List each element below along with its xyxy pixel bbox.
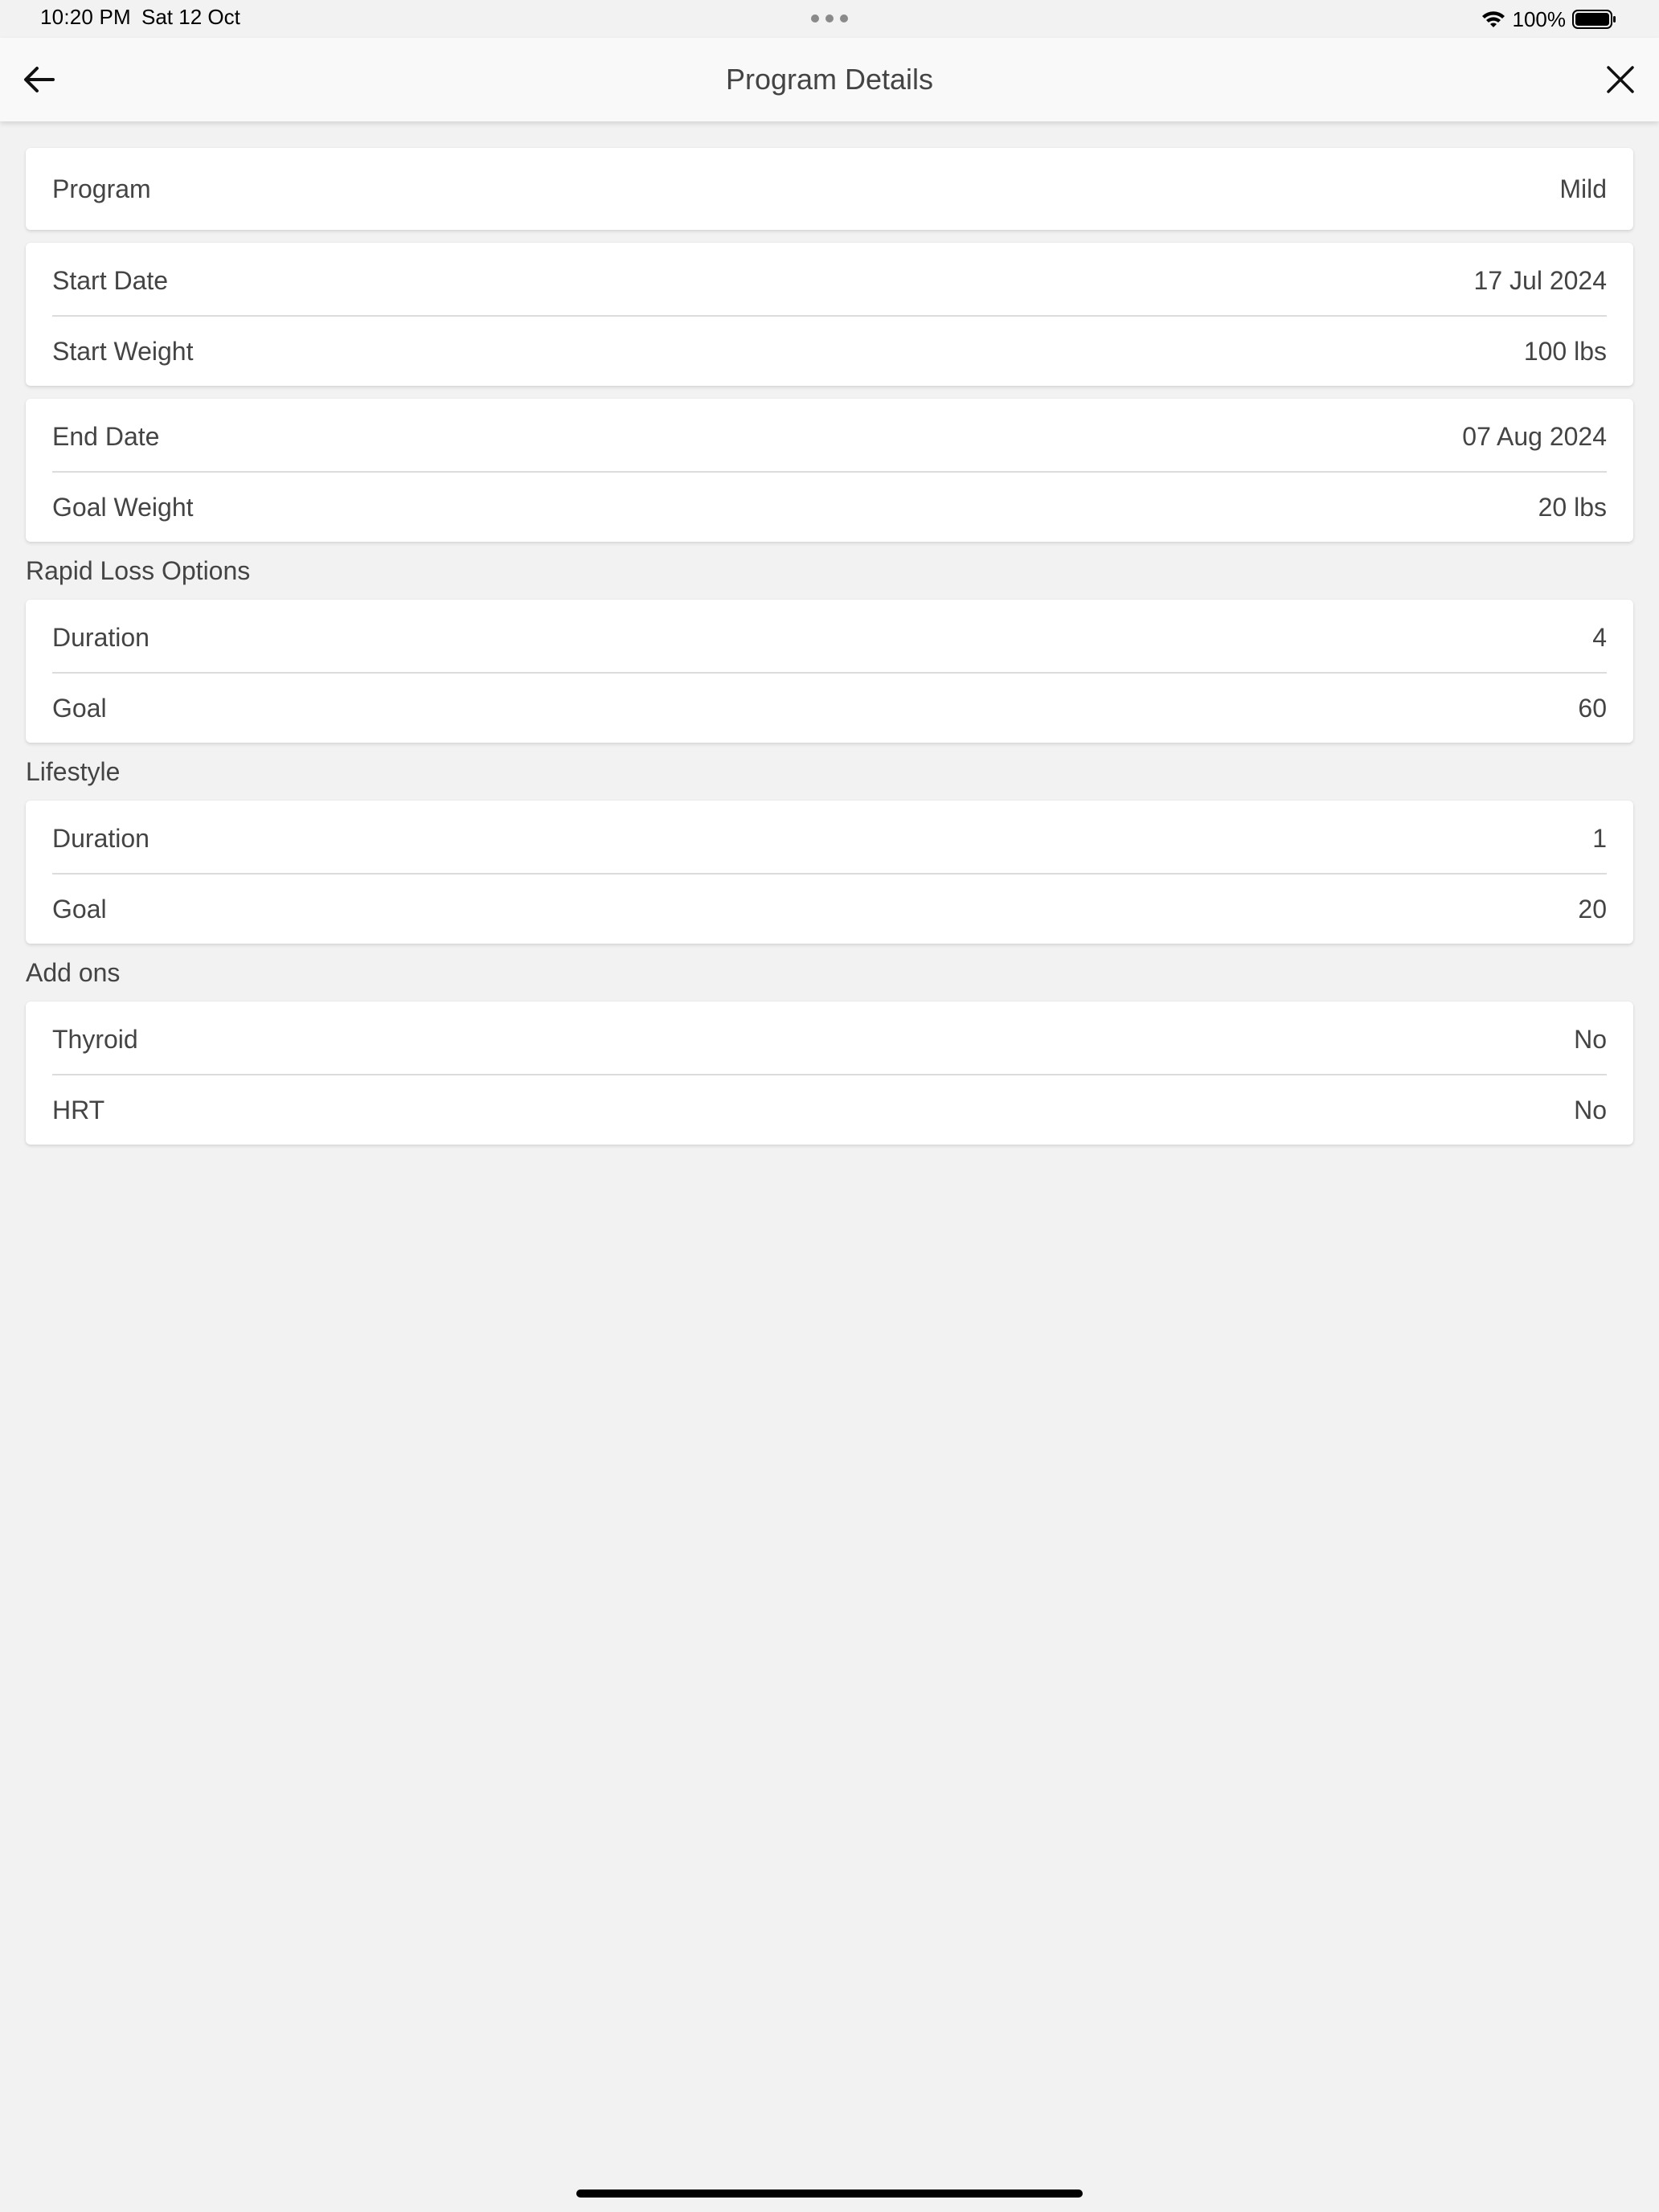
section-title-add-ons: Add ons (26, 958, 121, 987)
detail-row-end-date: End Date 07 Aug 2024 (52, 399, 1607, 471)
detail-row-duration: Duration 4 (52, 600, 1607, 672)
add-ons-card: Thyroid No HRT No (26, 1002, 1633, 1145)
row-label: Start Date (52, 265, 169, 295)
row-label: Goal (52, 693, 107, 723)
wifi-icon (1481, 11, 1505, 27)
row-label: Start Weight (52, 336, 194, 366)
navigation-bar: Program Details (0, 38, 1659, 121)
status-bar: 10:20 PM Sat 12 Oct 100% (0, 0, 1659, 37)
home-indicator[interactable] (576, 2189, 1083, 2198)
row-label: Goal Weight (52, 492, 194, 522)
program-card: Program Mild (26, 148, 1633, 230)
battery-percentage: 100% (1512, 6, 1567, 31)
status-right: 100% (1481, 5, 1618, 34)
section-title-rapid-loss: Rapid Loss Options (26, 556, 251, 585)
section-title-lifestyle: Lifestyle (26, 757, 121, 786)
detail-row-thyroid: Thyroid No (52, 1002, 1607, 1074)
row-label: End Date (52, 421, 160, 451)
row-value: No (1574, 1095, 1607, 1124)
status-date: Sat 12 Oct (141, 5, 240, 29)
multitasking-dots-icon[interactable] (810, 14, 849, 23)
start-card: Start Date 17 Jul 2024 Start Weight 100 … (26, 243, 1633, 386)
row-value: 20 lbs (1538, 492, 1607, 522)
row-value: 20 (1578, 894, 1607, 924)
close-icon (1607, 66, 1634, 93)
lifestyle-card: Duration 1 Goal 20 (26, 801, 1633, 944)
detail-row-start-date: Start Date 17 Jul 2024 (52, 243, 1607, 315)
detail-row-program: Program Mild (52, 148, 1607, 230)
row-label: Program (52, 174, 151, 203)
row-value: 60 (1578, 693, 1607, 723)
close-button[interactable] (1600, 59, 1641, 100)
row-label: Thyroid (52, 1024, 138, 1054)
detail-row-goal: Goal 20 (52, 873, 1607, 944)
row-value: 100 lbs (1523, 336, 1607, 366)
program-details-content: Program Mild Start Date 17 Jul 2024 Star… (26, 148, 1633, 1157)
detail-row-goal: Goal 60 (52, 672, 1607, 743)
page-title: Program Details (725, 63, 934, 96)
row-value: 17 Jul 2024 (1473, 265, 1607, 295)
row-value: No (1574, 1024, 1607, 1054)
row-label: Goal (52, 894, 107, 924)
battery-icon (1572, 10, 1616, 29)
detail-row-start-weight: Start Weight 100 lbs (52, 315, 1607, 386)
rapid-loss-card: Duration 4 Goal 60 (26, 600, 1633, 743)
row-label: HRT (52, 1095, 105, 1124)
row-value: 1 (1592, 823, 1607, 853)
row-value: 4 (1592, 622, 1607, 652)
detail-row-duration: Duration 1 (52, 801, 1607, 873)
detail-row-hrt: HRT No (52, 1074, 1607, 1145)
row-label: Duration (52, 622, 150, 652)
end-card: End Date 07 Aug 2024 Goal Weight 20 lbs (26, 399, 1633, 542)
status-time: 10:20 PM (40, 5, 131, 29)
row-value: 07 Aug 2024 (1462, 421, 1607, 451)
row-label: Duration (52, 823, 150, 853)
row-value: Mild (1559, 174, 1607, 203)
detail-row-goal-weight: Goal Weight 20 lbs (52, 471, 1607, 542)
